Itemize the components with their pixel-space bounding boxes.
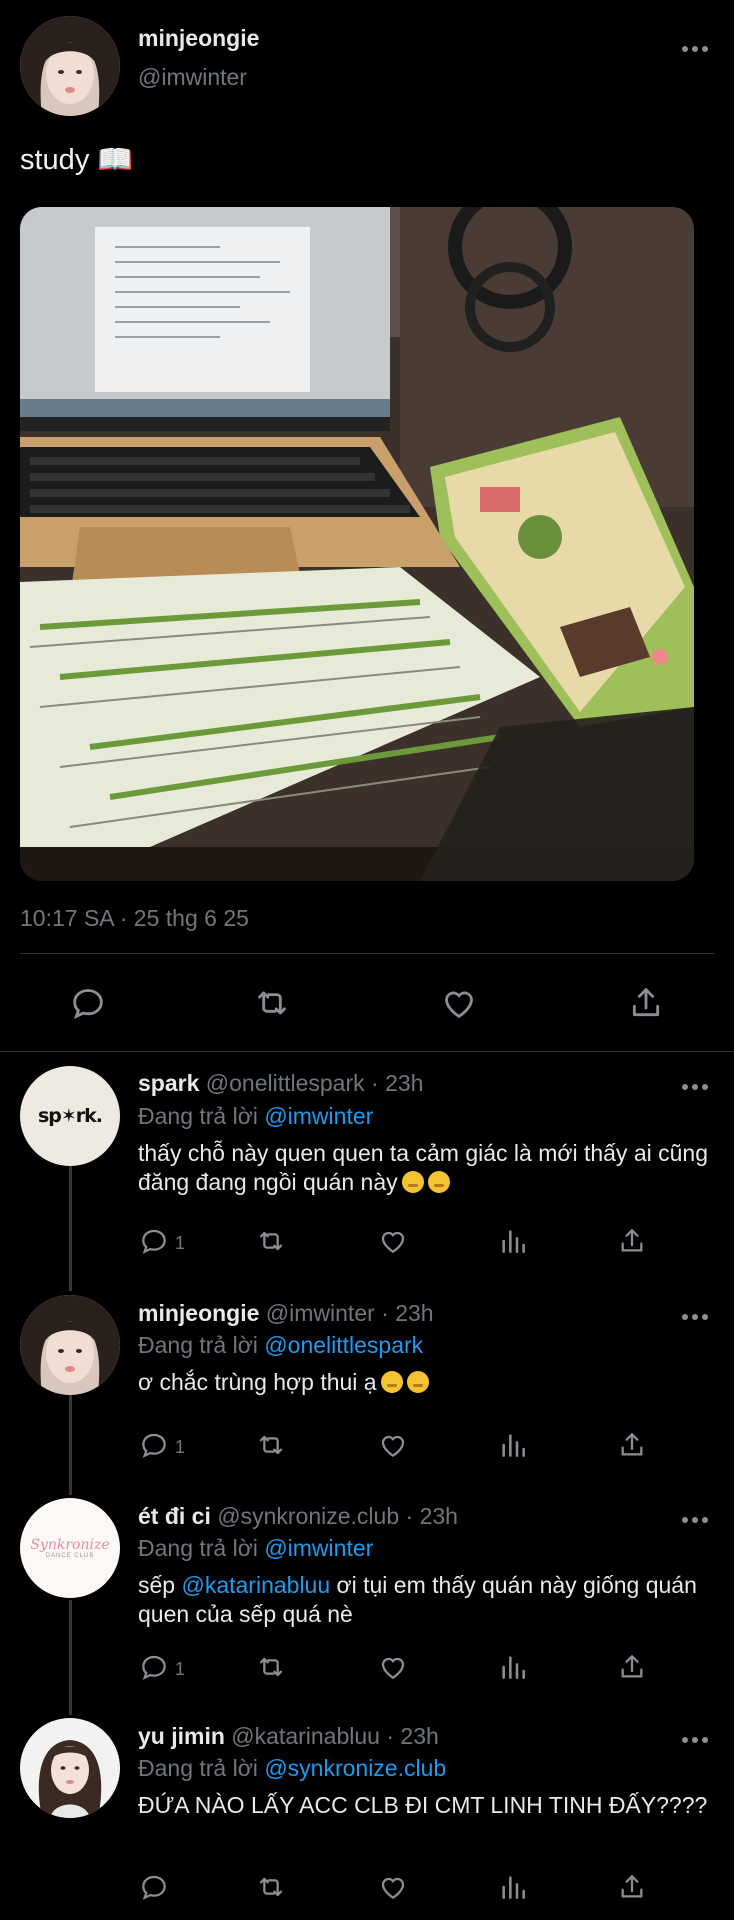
display-name[interactable]: spark: [138, 1070, 199, 1096]
reply-count: 1: [175, 1437, 186, 1457]
reply-text: ĐỨA NÀO LẤY ACC CLB ĐI CMT LINH TINH ĐẤY…: [138, 1792, 708, 1818]
more-options-icon[interactable]: [680, 1733, 710, 1747]
share-icon[interactable]: [616, 1429, 648, 1461]
reply-text-content: thấy chỗ này quen quen ta cảm giác là mớ…: [138, 1140, 708, 1195]
reply-icon[interactable]: [138, 1871, 170, 1903]
avatar-logo-text: Synkronize: [30, 1537, 110, 1553]
mention-link[interactable]: @katarinabluu: [181, 1572, 330, 1598]
more-options-icon[interactable]: [680, 42, 710, 56]
like-icon[interactable]: [377, 1429, 409, 1461]
replying-to: Đang trả lời @imwinter: [138, 1535, 373, 1562]
share-icon[interactable]: [616, 1225, 648, 1257]
views-icon[interactable]: [497, 1651, 529, 1683]
mention-link[interactable]: @onelittlespark: [264, 1332, 423, 1358]
reply-icon[interactable]: [138, 1225, 170, 1257]
reply-text: thấy chỗ này quen quen ta cảm giác là mớ…: [138, 1139, 708, 1197]
retweet-icon[interactable]: [255, 1871, 287, 1903]
reply-header: yu jimin @katarinabluu · 23h: [138, 1723, 439, 1750]
replying-to: Đang trả lời @imwinter: [138, 1103, 373, 1130]
retweet-icon[interactable]: [255, 1225, 287, 1257]
avatar[interactable]: sp✶rk.: [20, 1066, 120, 1166]
mention-link[interactable]: @synkronize.club: [264, 1755, 446, 1781]
retweet-icon[interactable]: [255, 1429, 287, 1461]
reply-header: minjeongie @imwinter · 23h: [138, 1300, 434, 1327]
avatar-logo-text: sp✶rk.: [37, 1105, 103, 1127]
display-name[interactable]: ét đi ci: [138, 1503, 211, 1529]
tweet-actions: [0, 975, 734, 1035]
reply-icon[interactable]: [138, 1651, 170, 1683]
handle[interactable]: @imwinter: [266, 1300, 375, 1326]
views-icon[interactable]: [497, 1429, 529, 1461]
tweet-photo[interactable]: [20, 207, 694, 881]
replying-to: Đang trả lời @onelittlespark: [138, 1332, 423, 1359]
reply-text-content: ơ chắc trùng hợp thui ạ: [138, 1369, 377, 1395]
reply-icon[interactable]: [68, 983, 108, 1023]
more-options-icon[interactable]: [680, 1080, 710, 1094]
like-icon[interactable]: [377, 1871, 409, 1903]
reply-time[interactable]: · 23h: [386, 1723, 438, 1749]
display-name[interactable]: yu jimin: [138, 1723, 225, 1749]
share-icon[interactable]: [626, 983, 666, 1023]
handle[interactable]: @synkronize.club: [217, 1503, 399, 1529]
replying-label: Đang trả lời: [138, 1755, 258, 1781]
thread-line: [69, 1395, 72, 1495]
replying-to: Đang trả lời @synkronize.club: [138, 1755, 446, 1782]
retweet-icon[interactable]: [252, 983, 292, 1023]
like-icon[interactable]: [377, 1651, 409, 1683]
mention-link[interactable]: @imwinter: [264, 1535, 373, 1561]
share-icon[interactable]: [616, 1651, 648, 1683]
views-icon[interactable]: [497, 1871, 529, 1903]
reply-header: ét đi ci @synkronize.club · 23h: [138, 1503, 458, 1530]
reply-count: 1: [175, 1233, 186, 1253]
tweet-timestamp[interactable]: 10:17 SA · 25 thg 6 25: [20, 905, 249, 932]
reply-text: ơ chắc trùng hợp thui ạ: [138, 1368, 708, 1397]
emoji-icon: [406, 1371, 429, 1393]
emoji-icon: [427, 1171, 450, 1193]
retweet-icon[interactable]: [255, 1651, 287, 1683]
divider: [0, 1051, 734, 1052]
replying-label: Đang trả lời: [138, 1103, 258, 1129]
like-icon[interactable]: [439, 983, 479, 1023]
more-options-icon[interactable]: [680, 1513, 710, 1527]
display-name[interactable]: minjeongie: [138, 25, 259, 52]
avatar-logo-subtext: DANCE CLUB: [45, 1553, 95, 1559]
tweet-text: study 📖: [20, 144, 134, 176]
avatar[interactable]: [20, 1295, 120, 1395]
reply-count: 1: [175, 1659, 186, 1679]
more-options-icon[interactable]: [680, 1310, 710, 1324]
reply-icon[interactable]: [138, 1429, 170, 1461]
reply-time[interactable]: · 23h: [406, 1503, 458, 1529]
mention-link[interactable]: @imwinter: [264, 1103, 373, 1129]
reply-text-content: sếp: [138, 1572, 182, 1598]
share-icon[interactable]: [616, 1871, 648, 1903]
replying-label: Đang trả lời: [138, 1535, 258, 1561]
emoji-icon: [401, 1171, 424, 1193]
replying-label: Đang trả lời: [138, 1332, 258, 1358]
handle[interactable]: @onelittlespark: [206, 1070, 365, 1096]
reply-time[interactable]: · 23h: [381, 1300, 433, 1326]
reply-header: spark @onelittlespark · 23h: [138, 1070, 423, 1097]
thread-line: [69, 1600, 72, 1715]
divider: [20, 953, 714, 954]
handle[interactable]: @imwinter: [138, 64, 247, 91]
handle[interactable]: @katarinabluu: [231, 1723, 380, 1749]
display-name[interactable]: minjeongie: [138, 1300, 259, 1326]
avatar[interactable]: [20, 1718, 120, 1818]
emoji-icon: [380, 1371, 403, 1393]
avatar[interactable]: [20, 16, 120, 116]
reply-time[interactable]: · 23h: [371, 1070, 423, 1096]
avatar[interactable]: Synkronize DANCE CLUB: [20, 1498, 120, 1598]
reply-text: sếp @katarinabluu ơi tụi em thấy quán nà…: [138, 1571, 708, 1629]
like-icon[interactable]: [377, 1225, 409, 1257]
views-icon[interactable]: [497, 1225, 529, 1257]
